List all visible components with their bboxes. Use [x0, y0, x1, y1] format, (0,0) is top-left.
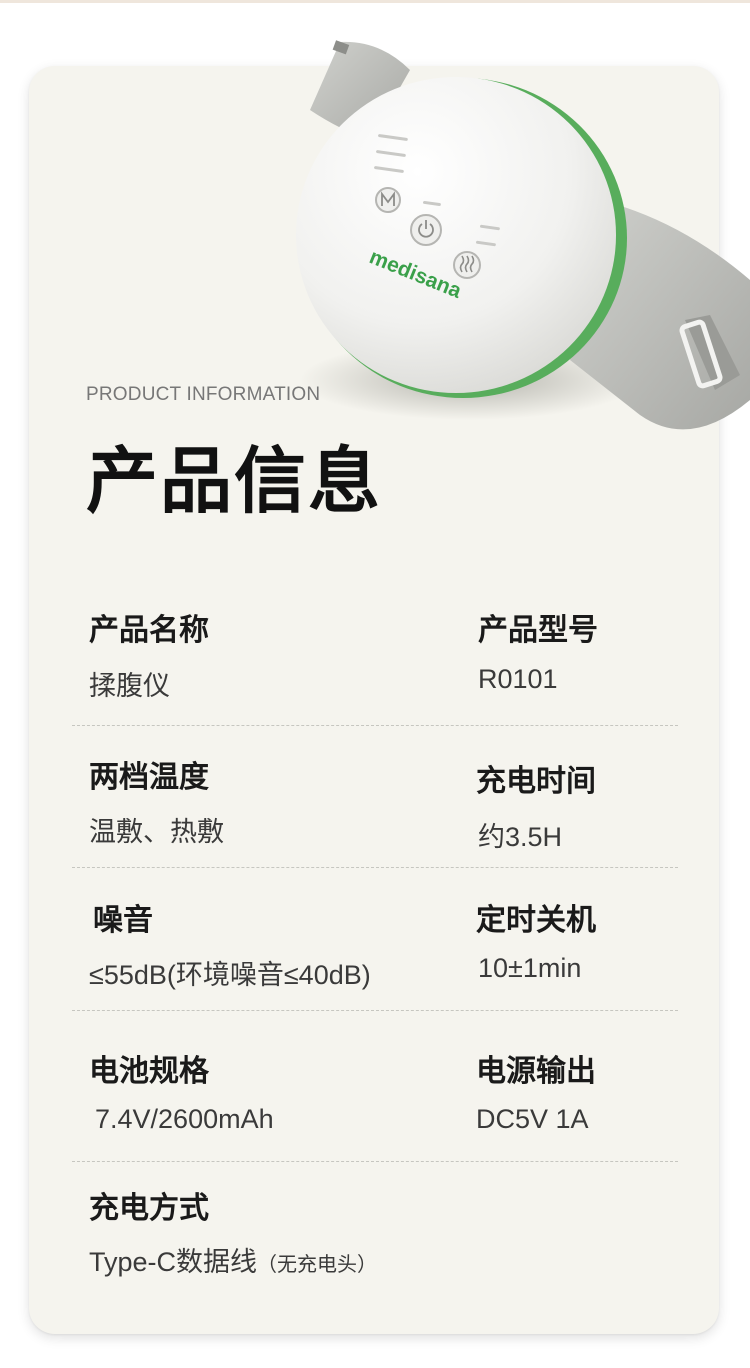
- divider: [72, 725, 678, 726]
- spec-label-noise: 噪音: [93, 903, 153, 938]
- spec-value-charge-time: 约3.5H: [478, 822, 563, 852]
- spec-value-charging-method: Type-C数据线（无充电头）: [89, 1240, 377, 1279]
- page-title: 产品信息: [86, 439, 383, 523]
- spec-value-battery: 7.4V/2600mAh: [95, 1104, 274, 1134]
- heat-icon: [453, 251, 481, 279]
- divider: [72, 867, 678, 868]
- spec-value-temperature: 温敷、热敷: [89, 817, 224, 847]
- spec-value-product-name: 揉腹仪: [89, 671, 170, 701]
- top-strip: [0, 0, 750, 3]
- section-subtitle: PRODUCT INFORMATION: [86, 384, 321, 405]
- spec-label-temperature: 两档温度: [89, 760, 209, 795]
- device-dome: [296, 77, 616, 393]
- mode-icon: [375, 187, 401, 213]
- spec-label-charge-time: 充电时间: [476, 764, 596, 799]
- divider: [72, 1010, 678, 1011]
- spec-value-model: R0101: [478, 664, 558, 694]
- spec-label-auto-off: 定时关机: [476, 903, 596, 938]
- charging-method-text: Type-C数据线: [89, 1247, 258, 1277]
- spec-value-noise: ≤55dB(环境噪音≤40dB): [89, 960, 371, 990]
- spec-label-model: 产品型号: [478, 613, 598, 648]
- spec-label-power-output: 电源输出: [476, 1054, 596, 1089]
- charging-method-note: （无充电头）: [257, 1254, 378, 1276]
- divider: [72, 1161, 678, 1162]
- spec-value-power-output: DC5V 1A: [476, 1104, 589, 1134]
- power-icon: [410, 214, 442, 246]
- product-image: medisana: [296, 40, 750, 430]
- spec-label-product-name: 产品名称: [89, 613, 209, 648]
- spec-label-charging-method: 充电方式: [89, 1191, 209, 1226]
- spec-value-auto-off: 10±1min: [478, 953, 582, 983]
- spec-label-battery: 电池规格: [89, 1054, 209, 1089]
